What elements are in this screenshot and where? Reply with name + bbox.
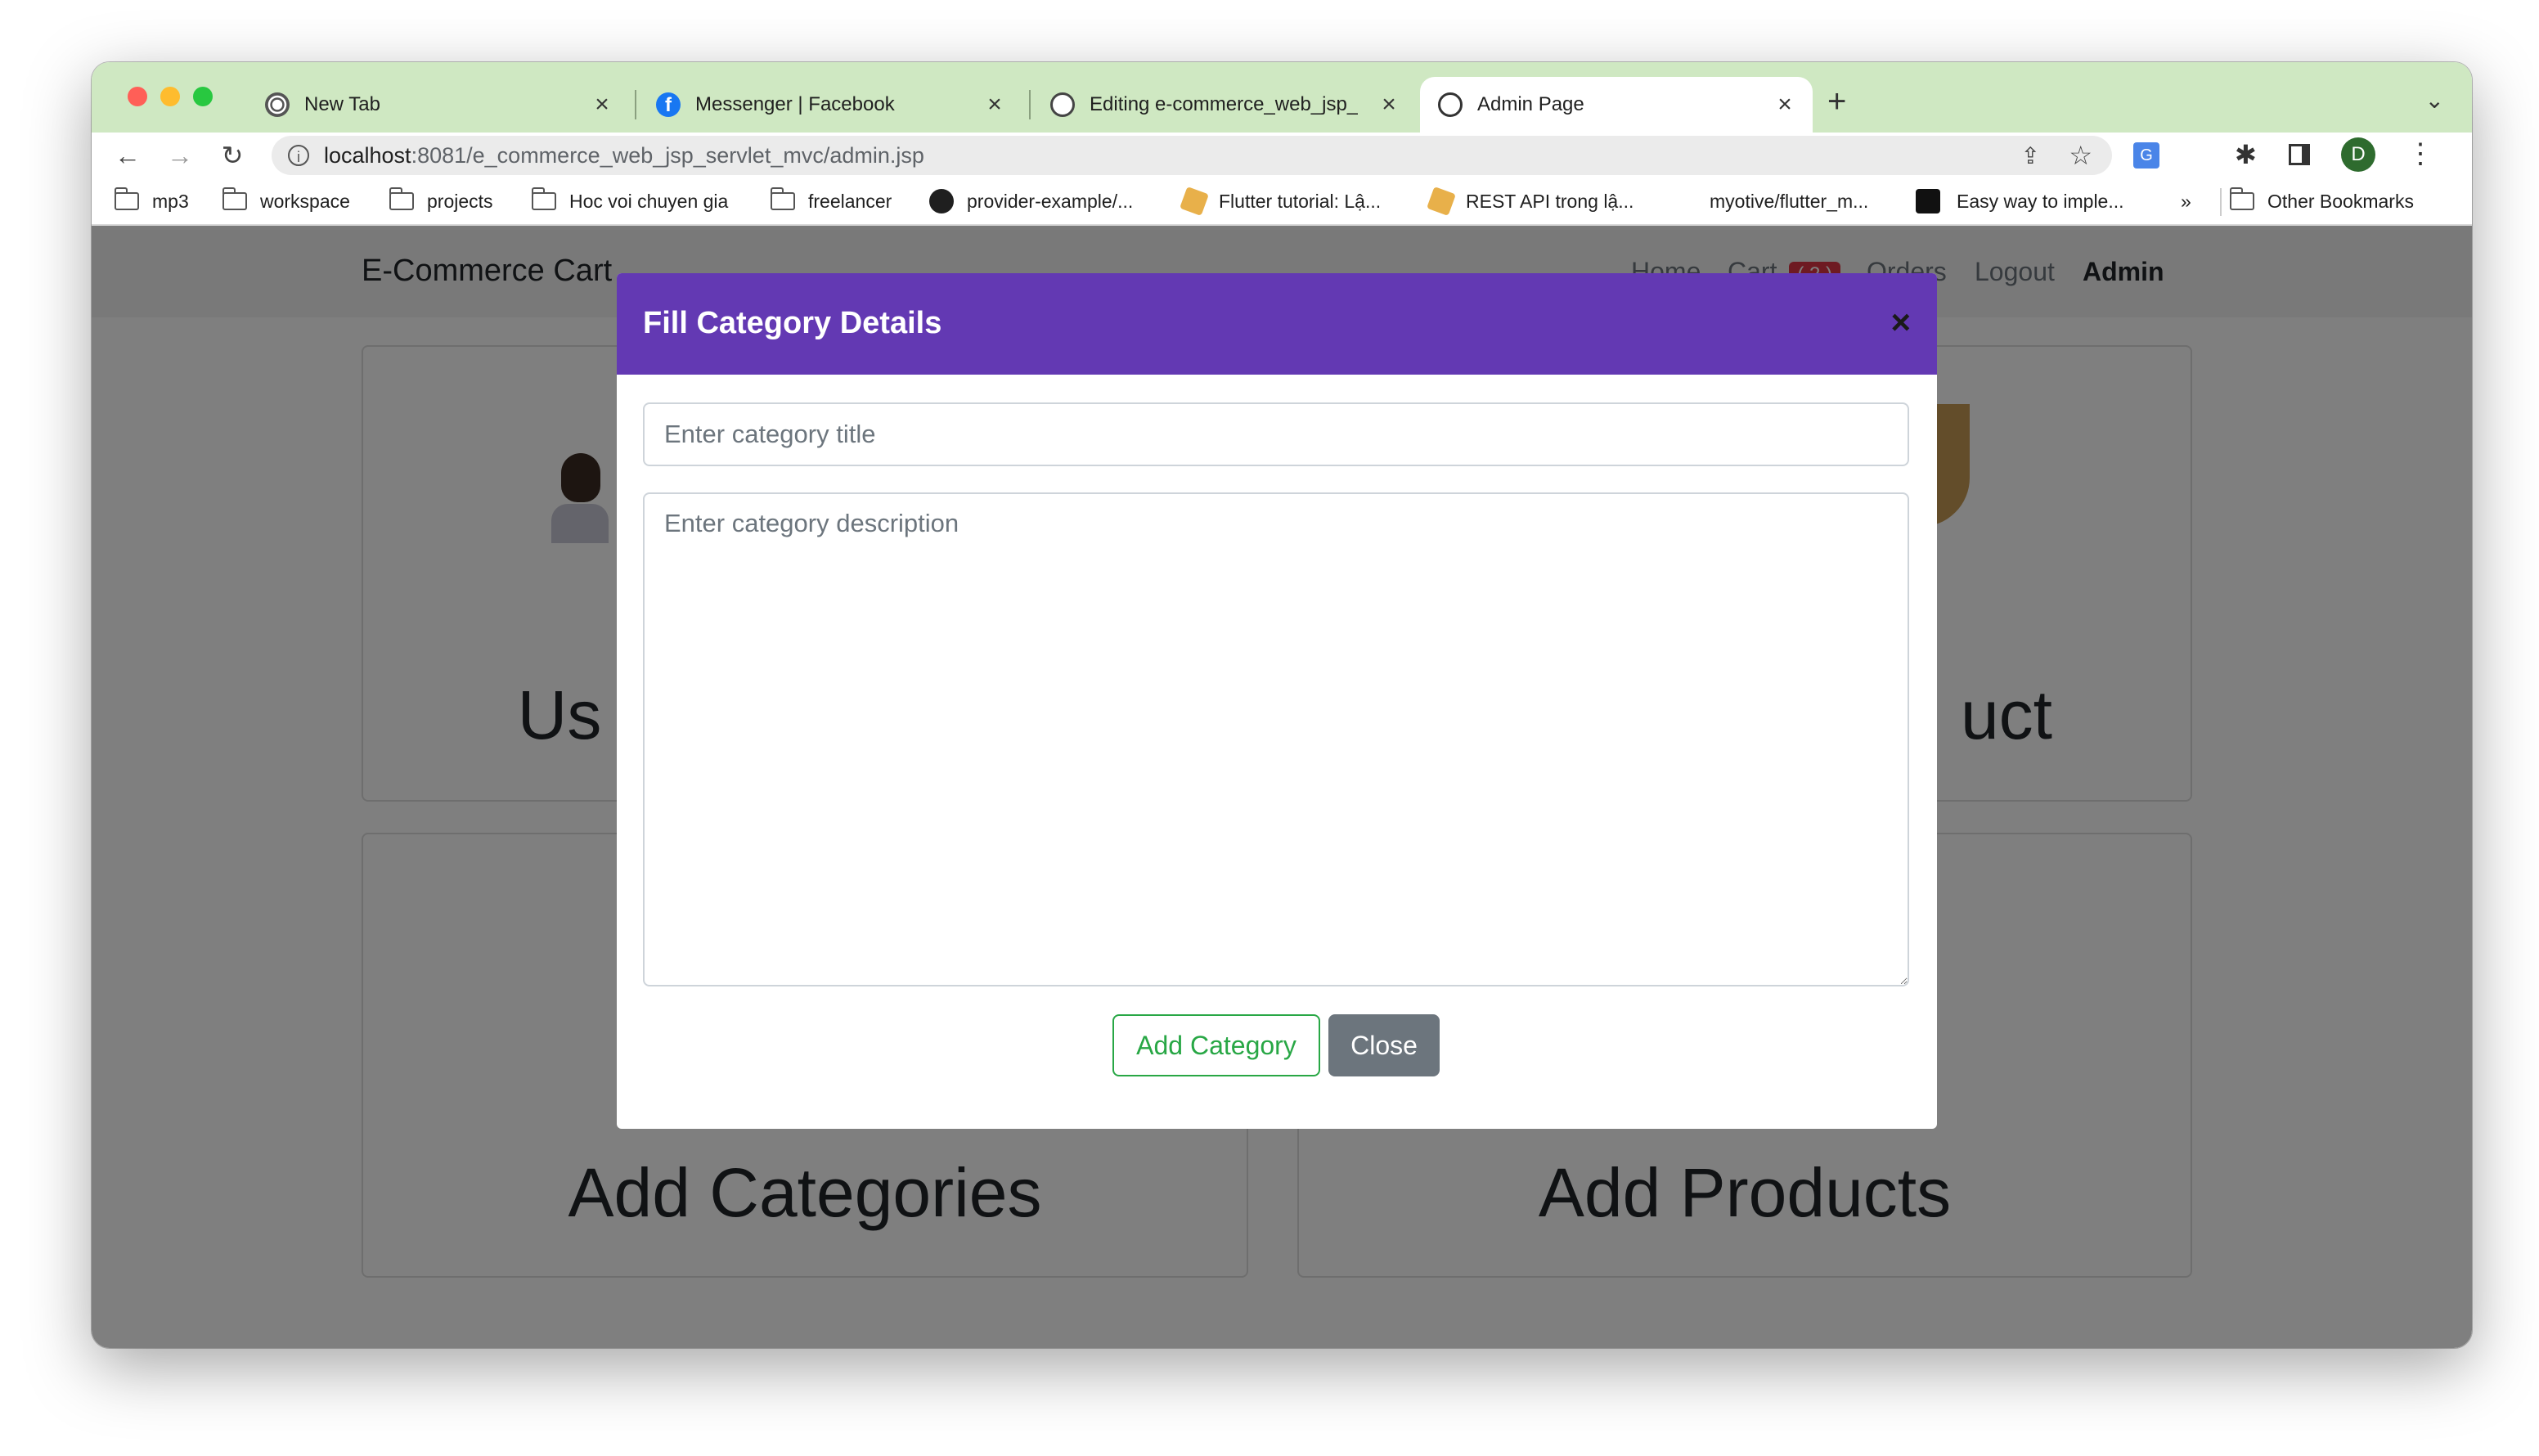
chrome-icon bbox=[265, 92, 290, 117]
bookmark-star-icon[interactable]: ☆ bbox=[2069, 140, 2092, 171]
folder-icon bbox=[389, 187, 414, 210]
bookmark-label: mp3 bbox=[152, 190, 189, 212]
tab-editing-repo[interactable]: Editing e-commerce_web_jsp_ × bbox=[1032, 77, 1417, 133]
browser-toolbar: ← → ↻ i localhost:8081/e_commerce_web_js… bbox=[92, 133, 2472, 178]
tab-title: Messenger | Facebook bbox=[695, 93, 895, 115]
bookmark-label: provider-example/... bbox=[967, 190, 1134, 212]
tab-new-tab[interactable]: New Tab × bbox=[247, 77, 630, 133]
bookmark-folder-workspace[interactable]: workspace bbox=[222, 187, 350, 214]
site-icon bbox=[1180, 186, 1209, 216]
new-tab-button[interactable]: + bbox=[1827, 83, 1846, 120]
forward-button[interactable]: → bbox=[164, 139, 196, 172]
medium-icon bbox=[1916, 189, 1940, 213]
globe-icon bbox=[1438, 92, 1463, 117]
github-icon bbox=[929, 189, 954, 213]
bookmark-flutter-tutorial[interactable]: Flutter tutorial: Lậ... bbox=[1180, 186, 1382, 216]
bookmarks-overflow-button[interactable]: » bbox=[2181, 188, 2191, 214]
category-title-input[interactable] bbox=[643, 402, 1909, 466]
bookmark-label: freelancer bbox=[808, 190, 892, 212]
bookmark-folder-mp3[interactable]: mp3 bbox=[114, 187, 189, 214]
folder-icon bbox=[531, 187, 556, 210]
site-info-icon[interactable]: i bbox=[288, 145, 309, 166]
tab-title: Admin Page bbox=[1477, 93, 1584, 115]
profile-avatar[interactable]: D bbox=[2341, 137, 2375, 172]
extensions-icon[interactable]: ✱ bbox=[2235, 139, 2257, 170]
bookmark-label: workspace bbox=[260, 190, 350, 212]
close-window-button[interactable] bbox=[128, 87, 147, 106]
bookmark-label: REST API trong lậ... bbox=[1466, 190, 1634, 212]
bookmark-label: projects bbox=[427, 190, 493, 212]
bookmark-other-bookmarks[interactable]: Other Bookmarks bbox=[2229, 187, 2414, 214]
menu-icon[interactable]: ⋮ bbox=[2406, 137, 2434, 170]
close-tab-icon[interactable]: × bbox=[982, 92, 1008, 118]
bookmark-label: Flutter tutorial: Lậ... bbox=[1219, 190, 1382, 212]
modal-title: Fill Category Details bbox=[643, 306, 942, 340]
facebook-icon: f bbox=[656, 92, 681, 117]
close-tab-icon[interactable]: × bbox=[1376, 92, 1402, 118]
bookmark-myotive-flutter[interactable]: myotive/flutter_m... bbox=[1710, 188, 1868, 214]
tab-strip: New Tab × f Messenger | Facebook × Editi… bbox=[92, 62, 2472, 133]
url-path: :8081/e_commerce_web_jsp_servlet_mvc/adm… bbox=[411, 142, 924, 168]
address-bar[interactable]: i localhost:8081/e_commerce_web_jsp_serv… bbox=[272, 136, 2112, 175]
tab-separator bbox=[635, 90, 636, 119]
maximize-window-button[interactable] bbox=[193, 87, 213, 106]
bookmarks-divider bbox=[2220, 188, 2222, 216]
folder-icon bbox=[2229, 187, 2254, 210]
bookmark-label: Hoc voi chuyen gia bbox=[569, 190, 729, 212]
bookmark-label: Other Bookmarks bbox=[2267, 190, 2414, 212]
folder-icon bbox=[114, 187, 139, 210]
folder-icon bbox=[222, 187, 247, 210]
add-category-button[interactable]: Add Category bbox=[1112, 1014, 1320, 1076]
translate-icon[interactable]: G bbox=[2133, 142, 2159, 169]
bookmarks-bar: mp3 workspace projects Hoc voi chuyen gi… bbox=[92, 178, 2472, 226]
bookmark-rest-api[interactable]: REST API trong lậ... bbox=[1427, 186, 1634, 216]
minimize-window-button[interactable] bbox=[160, 87, 180, 106]
reload-button[interactable]: ↻ bbox=[216, 139, 249, 172]
url-host: localhost bbox=[324, 142, 411, 168]
share-icon[interactable]: ⇪ bbox=[2021, 142, 2040, 169]
tab-title: Editing e-commerce_web_jsp_ bbox=[1090, 93, 1359, 115]
tab-search-chevron-icon[interactable]: ⌄ bbox=[2425, 87, 2444, 114]
close-tab-icon[interactable]: × bbox=[589, 92, 615, 118]
site-icon bbox=[1427, 186, 1456, 216]
tab-separator bbox=[1029, 90, 1031, 119]
category-description-textarea[interactable] bbox=[643, 492, 1909, 986]
bookmark-label: myotive/flutter_m... bbox=[1710, 190, 1869, 212]
tab-messenger[interactable]: f Messenger | Facebook × bbox=[638, 77, 1022, 133]
modal-header: Fill Category Details × bbox=[617, 273, 1937, 375]
tab-admin-page[interactable]: Admin Page × bbox=[1420, 77, 1813, 133]
back-button[interactable]: ← bbox=[111, 139, 144, 172]
tab-title: New Tab bbox=[304, 93, 380, 115]
close-icon[interactable]: × bbox=[1890, 303, 1911, 342]
close-modal-button[interactable]: Close bbox=[1328, 1014, 1440, 1076]
bookmark-label: Easy way to imple... bbox=[1957, 190, 2124, 212]
close-tab-icon[interactable]: × bbox=[1772, 92, 1798, 118]
bookmark-folder-hoc-voi-chuyen-gia[interactable]: Hoc voi chuyen gia bbox=[531, 187, 729, 214]
bookmark-folder-freelancer[interactable]: freelancer bbox=[770, 187, 892, 214]
browser-window: New Tab × f Messenger | Facebook × Editi… bbox=[92, 62, 2472, 1348]
side-panel-icon[interactable] bbox=[2289, 144, 2310, 165]
page-content: E-Commerce Cart Home Cart ( 2 ) Orders L… bbox=[92, 226, 2472, 1348]
bookmark-easy-way[interactable]: Easy way to imple... bbox=[1916, 188, 2124, 214]
bookmark-folder-projects[interactable]: projects bbox=[389, 187, 493, 214]
github-icon bbox=[1050, 92, 1075, 117]
category-modal: Fill Category Details × Add Category Clo… bbox=[617, 273, 1937, 1129]
bookmark-provider-example[interactable]: provider-example/... bbox=[929, 188, 1133, 214]
folder-icon bbox=[770, 187, 795, 210]
